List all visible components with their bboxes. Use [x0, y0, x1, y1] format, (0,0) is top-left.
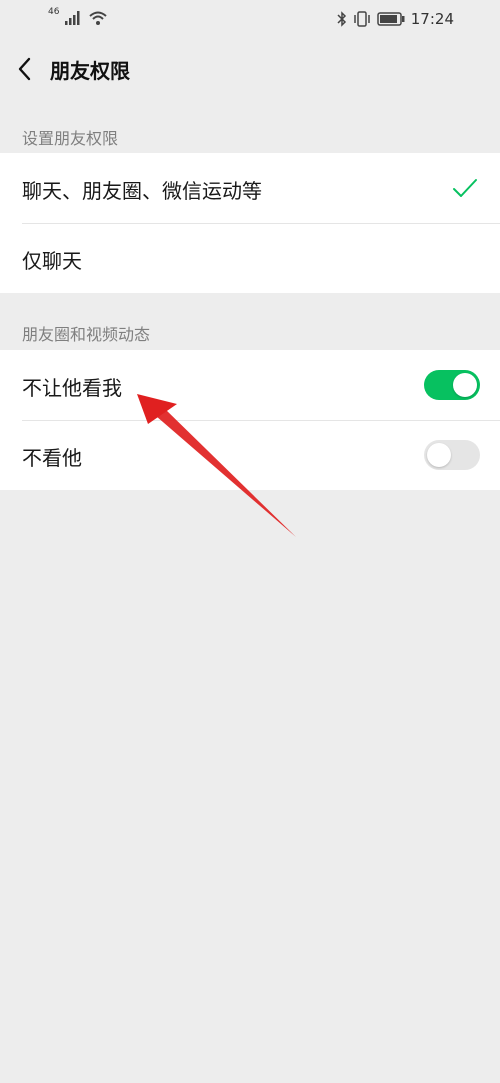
battery-icon: [377, 12, 405, 26]
vibrate-icon: [354, 11, 370, 27]
moments-group: 不让他看我 不看他: [0, 350, 500, 490]
wifi-icon: [89, 11, 108, 25]
back-arrow-icon: [18, 57, 31, 81]
hide-their-posts-toggle[interactable]: [424, 440, 480, 470]
option-label: 仅聊天: [22, 249, 82, 273]
option-label: 聊天、朋友圈、微信运动等: [22, 179, 262, 203]
section-label-friend-permissions: 设置朋友权限: [22, 129, 119, 148]
back-button[interactable]: [12, 54, 40, 84]
status-bar: 46 17:24: [0, 0, 500, 38]
checkmark-icon: [453, 179, 477, 197]
hide-my-posts-toggle[interactable]: [424, 370, 480, 400]
status-left: 46: [48, 7, 108, 25]
page-title: 朋友权限: [50, 59, 130, 83]
status-time: 17:24: [410, 10, 454, 28]
row-label: 不看他: [22, 446, 82, 470]
option-chat-moments-werun[interactable]: 聊天、朋友圈、微信运动等: [0, 153, 500, 223]
network-type: 46: [48, 7, 60, 17]
toggle-knob: [453, 373, 477, 397]
option-chat-only[interactable]: 仅聊天: [0, 223, 500, 293]
status-right: 17:24: [337, 10, 454, 28]
row-label: 不让他看我: [22, 376, 122, 400]
bluetooth-icon: [337, 11, 346, 27]
section-label-moments-video: 朋友圈和视频动态: [22, 325, 151, 344]
nav-bar: 朋友权限: [0, 38, 500, 100]
permissions-group: 聊天、朋友圈、微信运动等 仅聊天: [0, 153, 500, 293]
signal-icon: [65, 11, 80, 25]
toggle-knob: [427, 443, 451, 467]
row-hide-their-posts: 不看他: [0, 420, 500, 490]
row-hide-my-posts: 不让他看我: [0, 350, 500, 420]
